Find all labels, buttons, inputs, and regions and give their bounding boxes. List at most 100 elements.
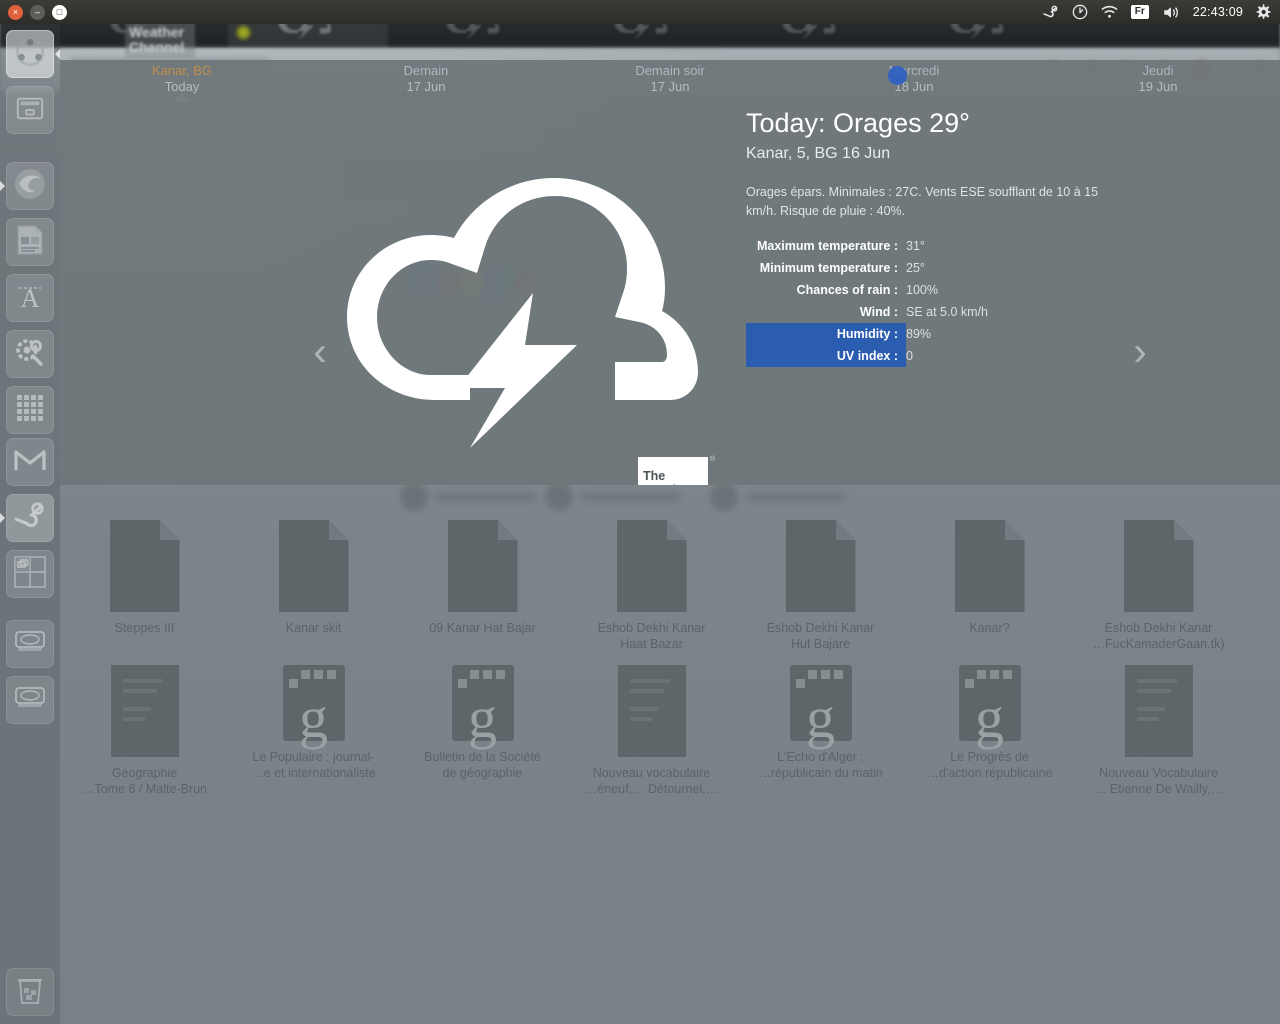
weather-tab-3[interactable]: Mercredi 18 Jun bbox=[792, 60, 1036, 100]
weather-description: Orages épars. Minimales : 27C. Vents ESE… bbox=[746, 185, 1099, 218]
result-item[interactable]: g Bulletin de la Société de géographie bbox=[398, 665, 567, 797]
sidebar-item-ubuntu-dash[interactable] bbox=[6, 30, 60, 78]
results-row-2: Géographie …Tome 6 / Malte-Brun g Le Popula… bbox=[60, 665, 1280, 797]
hard-disk-icon bbox=[14, 629, 46, 660]
result-label: Le Populaire : journal- …e et internation… bbox=[231, 749, 396, 781]
result-item[interactable]: g Le Populaire : journal- …e et internatio… bbox=[229, 665, 398, 797]
weather-tab-day: Jeudi bbox=[1142, 63, 1174, 78]
weather-tab-day: Kanar, BG bbox=[152, 63, 212, 78]
sidebar-item-fonts[interactable]: A bbox=[6, 274, 54, 322]
result-item[interactable]: g L'Echo d'Alger : …républicain du matin bbox=[736, 665, 905, 797]
sidebar-item-libreoffice-writer[interactable] bbox=[6, 218, 54, 266]
result-item[interactable]: Kanar? bbox=[905, 520, 1074, 652]
result-label-line: Haat Bazar bbox=[620, 637, 683, 651]
document-file-icon bbox=[109, 520, 180, 612]
result-item[interactable]: Nouveau Vocabulaire … Etienne De Wailly,… bbox=[1074, 665, 1243, 797]
result-label-line: de géographie bbox=[442, 766, 523, 780]
result-label-line: …républicain du matin bbox=[758, 766, 883, 780]
active-tab-caret bbox=[173, 93, 191, 102]
weather-tab-4[interactable]: Jeudi 19 Jun bbox=[1036, 60, 1280, 100]
result-label: Kanar? bbox=[907, 620, 1072, 636]
result-item[interactable]: g Le Progrès de …d'action républicaine bbox=[905, 665, 1074, 797]
sidebar-item-steam[interactable] bbox=[0, 494, 54, 542]
document-file-icon bbox=[447, 520, 518, 612]
sidebar-item-workspace-switcher[interactable] bbox=[6, 550, 54, 598]
weather-tab-1[interactable]: Demain 17 Jun bbox=[304, 60, 548, 100]
result-item[interactable]: Eshob Dekhi Kanar Hut Bajare bbox=[736, 520, 905, 652]
steam-icon bbox=[13, 499, 47, 538]
result-item[interactable]: Eshob Dekhi Kanar Haat Bazar bbox=[567, 520, 736, 652]
previous-day-button[interactable]: ‹ bbox=[300, 330, 340, 374]
volume-icon[interactable] bbox=[1162, 5, 1180, 20]
status-dot bbox=[237, 26, 250, 39]
result-item[interactable]: Kanar skit bbox=[229, 520, 398, 652]
sidebar-item-system-settings[interactable] bbox=[6, 330, 54, 378]
steam-icon[interactable] bbox=[1042, 4, 1059, 21]
weather-detail-row: UV index :0 bbox=[746, 345, 1246, 367]
result-label-line: …e et internationaliste bbox=[251, 766, 376, 780]
sidebar-item-disk-1[interactable] bbox=[6, 620, 54, 668]
gmail-m-icon bbox=[14, 448, 46, 477]
keyboard-layout-indicator[interactable]: Fr bbox=[1130, 5, 1149, 19]
result-item[interactable]: Eshob Dekhi Kanar …FucKamaderGaan.tk) bbox=[1074, 520, 1243, 652]
result-item[interactable]: Géographie …Tome 6 / Malte-Brun bbox=[60, 665, 229, 797]
weather-detail-label: Wind : bbox=[859, 305, 898, 319]
font-a-icon: A bbox=[14, 280, 46, 317]
weather-tab-date: 17 Jun bbox=[406, 79, 446, 94]
close-window-button[interactable]: × bbox=[8, 4, 23, 20]
weather-detail-value: 0 bbox=[906, 349, 913, 363]
weather-tab-date: 19 Jun bbox=[1138, 79, 1178, 94]
filter-icon bbox=[400, 483, 428, 511]
filter-icon bbox=[710, 483, 738, 511]
sidebar-item-firefox[interactable] bbox=[0, 162, 54, 210]
window-controls: × – □ bbox=[0, 4, 67, 20]
sync-icon[interactable] bbox=[1072, 4, 1088, 20]
sidebar-item-disk-2[interactable] bbox=[6, 676, 54, 724]
weather-detail-value: 100% bbox=[906, 283, 938, 297]
launcher-arrow bbox=[55, 49, 60, 59]
system-tray: Fr 22:43:09 bbox=[1042, 4, 1280, 21]
weather-detail-label: Minimum temperature : bbox=[759, 261, 898, 275]
sidebar-item-gmail[interactable] bbox=[6, 438, 54, 486]
weather-overlay-panel: Kanar, BG Today Demain 17 Jun Demain soir 17 … bbox=[60, 60, 1280, 485]
sidebar-item-software-center[interactable] bbox=[6, 386, 54, 434]
weather-channel-logo: The Weather Channel bbox=[638, 457, 708, 485]
result-label-line: …d'action républicaine bbox=[926, 766, 1053, 780]
result-label-line: Eshob Dekhi Kanar bbox=[597, 621, 706, 635]
document-file-icon bbox=[1123, 520, 1194, 612]
tab-marker-dot bbox=[888, 66, 907, 85]
result-item[interactable]: 09 Kanar Hat Bajar bbox=[398, 520, 567, 652]
result-label-line: Le Progrès de bbox=[950, 750, 1029, 764]
google-books-icon: g bbox=[789, 665, 852, 747]
weather-tab-2[interactable]: Demain soir 17 Jun bbox=[548, 60, 792, 100]
wifi-icon[interactable] bbox=[1101, 5, 1118, 19]
document-icon bbox=[15, 224, 45, 261]
result-label-line: … Etienne De Wailly,… bbox=[1093, 782, 1224, 796]
result-label-line: Kanar? bbox=[969, 621, 1010, 635]
weather-detail-row: Minimum temperature : 25° bbox=[746, 257, 1246, 279]
results-row-1: Steppes III Kanar skit 09 Kanar Hat Bajar E… bbox=[60, 520, 1280, 652]
book-cover-icon bbox=[110, 665, 179, 757]
result-label-line: Nouveau vocabulaire bbox=[592, 766, 711, 780]
weather-tab-date: 17 Jun bbox=[650, 79, 690, 94]
result-item[interactable]: Steppes III bbox=[60, 520, 229, 652]
weather-detail-row: Wind : SE at 5.0 km/h bbox=[746, 301, 1246, 323]
maximize-window-button[interactable]: □ bbox=[52, 4, 67, 20]
gear-icon[interactable] bbox=[1256, 4, 1272, 20]
sidebar-item-files[interactable] bbox=[6, 86, 54, 134]
result-label: L'Echo d'Alger : …républicain du matin bbox=[738, 749, 903, 781]
weather-tab-0[interactable]: Kanar, BG Today bbox=[60, 60, 304, 102]
result-item[interactable]: Nouveau vocabulaire …éneuf,… Détournel,… bbox=[567, 665, 736, 797]
result-label: Nouveau Vocabulaire … Etienne De Wailly,… bbox=[1076, 765, 1241, 797]
result-label: Bulletin de la Société de géographie bbox=[400, 749, 565, 781]
launcher-running-pip bbox=[0, 181, 5, 191]
sidebar-item-trash[interactable] bbox=[6, 968, 54, 1016]
filter-icon bbox=[545, 483, 573, 511]
clock[interactable]: 22:43:09 bbox=[1193, 5, 1243, 19]
search-results-grid: Steppes III Kanar skit 09 Kanar Hat Bajar E… bbox=[60, 520, 1280, 880]
result-label-line: Nouveau Vocabulaire bbox=[1099, 766, 1218, 780]
result-label-line: Bulletin de la Société bbox=[424, 750, 541, 764]
minimize-window-button[interactable]: – bbox=[30, 4, 45, 20]
google-books-icon: g bbox=[958, 665, 1021, 747]
result-label: Eshob Dekhi Kanar Hut Bajare bbox=[738, 620, 903, 652]
